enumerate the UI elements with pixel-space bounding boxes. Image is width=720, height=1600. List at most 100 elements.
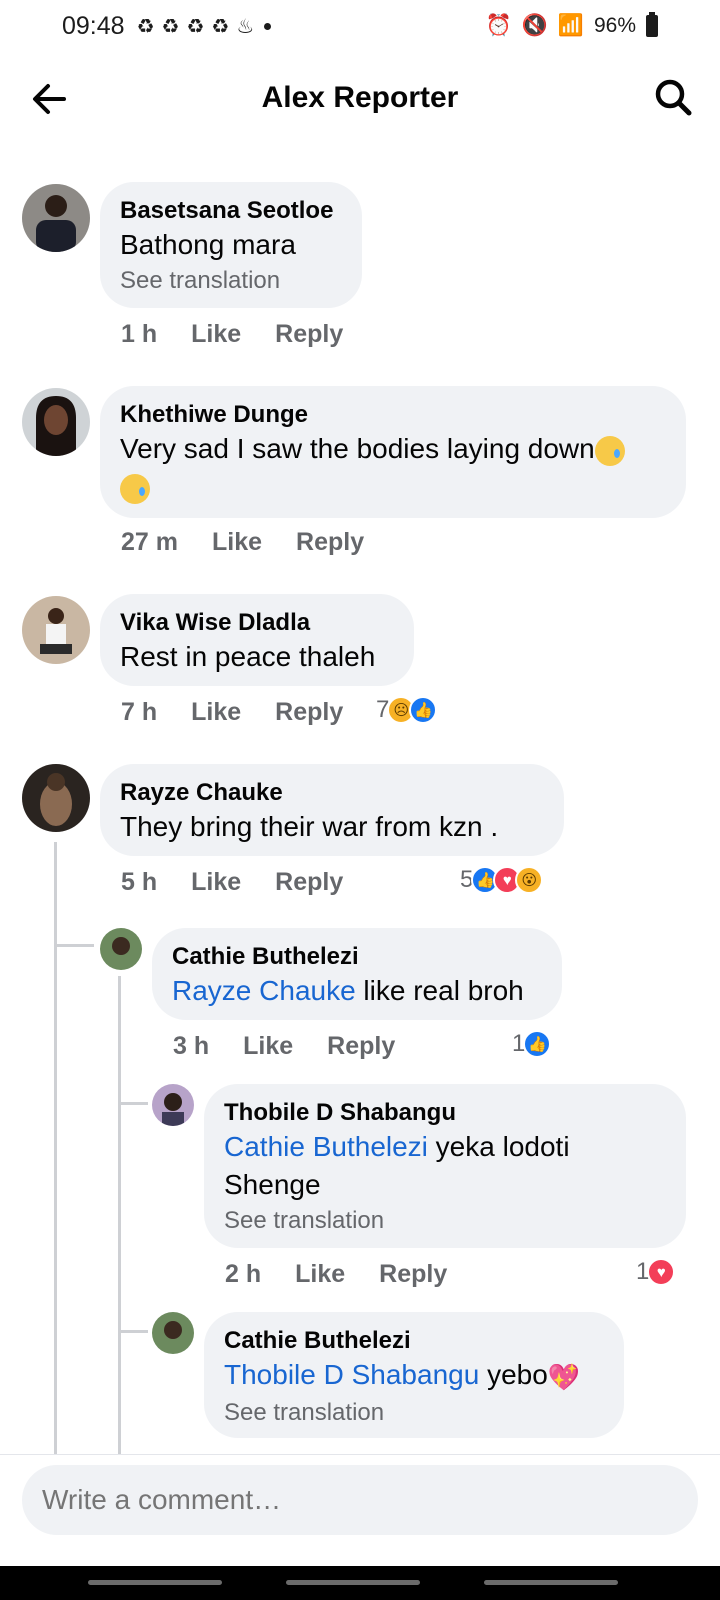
mention-link[interactable]: Thobile D Shabangu (224, 1359, 479, 1390)
comment-timestamp: 7 h (121, 698, 158, 726)
avatar[interactable] (22, 388, 90, 456)
comment-text-line2 (120, 468, 666, 506)
comment-author[interactable]: Rayze Chauke (120, 778, 544, 808)
avatar[interactable] (22, 596, 90, 664)
comment-author[interactable]: Khethiwe Dunge (120, 400, 666, 430)
recycle-icon: ♻ (161, 15, 180, 38)
reply-bubble[interactable]: Thobile D Shabangu Cathie Buthelezi yeka… (204, 1084, 686, 1248)
love-reaction-icon: ♥ (647, 1258, 676, 1286)
recycle-icon: ♻ (211, 15, 230, 38)
avatar[interactable] (22, 184, 90, 252)
comment-author[interactable]: Basetsana Seotloe (120, 196, 342, 226)
reaction-summary[interactable]: 7 ☹ 👍 (376, 696, 438, 724)
like-button[interactable]: Like (295, 1260, 345, 1289)
system-icons: ⏰ 🔇 📶 96% (485, 12, 658, 38)
reply-bubble[interactable]: Cathie Buthelezi Rayze Chauke like real … (152, 928, 562, 1020)
page-title: Alex Reporter (261, 81, 459, 114)
reply-button[interactable]: Reply (379, 1260, 447, 1289)
reply-text-content: like real broh (355, 975, 524, 1006)
battery-icon (646, 12, 658, 37)
comment-bubble[interactable]: Vika Wise Dladla Rest in peace thaleh (100, 594, 414, 686)
reaction-summary[interactable]: 5 👍 ♥ 😮 (460, 866, 544, 894)
status-bar: 09:48 ♻ ♻ ♻ ♻ ♨ ⏰ 🔇 📶 96% (0, 0, 720, 52)
nav-recent-apps-button[interactable] (88, 1580, 222, 1585)
comment-text: Rest in peace thaleh (120, 641, 376, 672)
reply-actions: 2 h Like Reply (225, 1260, 481, 1289)
comment-actions: 5 h Like Reply (121, 868, 377, 897)
like-reaction-icon: 👍 (523, 1030, 552, 1058)
like-button[interactable]: Like (191, 320, 241, 349)
thread-connector (118, 976, 121, 1454)
alarm-icon: ⏰ (485, 14, 512, 37)
avatar[interactable] (100, 928, 142, 970)
reply-timestamp: 2 h (225, 1260, 262, 1288)
reply-button[interactable]: Reply (296, 528, 364, 557)
comment-actions: 27 m Like Reply (121, 528, 398, 557)
notification-icon: ♨ (236, 15, 255, 38)
crying-face-emoji-icon (120, 473, 150, 504)
comment-timestamp: 1 h (121, 320, 158, 348)
comment-text: They bring their war from kzn . (120, 811, 499, 842)
nav-back-button[interactable] (484, 1580, 618, 1585)
see-translation-link[interactable]: See translation (224, 1204, 666, 1238)
comments-feed[interactable]: Basetsana Seotloe Bathong mara See trans… (0, 144, 720, 1454)
mute-icon: 🔇 (521, 14, 548, 37)
comment-actions: 7 h Like Reply (121, 698, 377, 727)
reaction-summary[interactable]: 1 ♥ (636, 1258, 676, 1286)
comment-bubble[interactable]: Khethiwe Dunge Very sad I saw the bodies… (100, 386, 686, 518)
reply-timestamp: 3 h (173, 1032, 210, 1060)
thread-connector (118, 1102, 148, 1105)
reply-author[interactable]: Cathie Buthelezi (224, 1326, 604, 1356)
avatar[interactable] (152, 1312, 194, 1354)
see-translation-link[interactable]: See translation (224, 1396, 604, 1430)
status-time: 09:48 (62, 11, 125, 40)
reply-button[interactable]: Reply (275, 868, 343, 897)
comment-text: Very sad I saw the bodies laying down (120, 430, 666, 468)
reply-button[interactable]: Reply (327, 1032, 395, 1061)
comment-timestamp: 27 m (121, 528, 178, 556)
reply-author[interactable]: Cathie Buthelezi (172, 942, 542, 972)
reply-text-content: yebo (479, 1359, 548, 1390)
system-navigation-bar (0, 1566, 720, 1600)
like-button[interactable]: Like (191, 698, 241, 727)
reply-text-content: yeka lodoti (427, 1131, 570, 1162)
comment-actions: 1 h Like Reply (121, 320, 377, 349)
like-button[interactable]: Like (212, 528, 262, 557)
nav-home-button[interactable] (286, 1580, 420, 1585)
reply-text: Thobile D Shabangu yebo💖 (224, 1356, 604, 1396)
comment-bubble[interactable]: Rayze Chauke They bring their war from k… (100, 764, 564, 856)
sparkling-heart-emoji-icon: 💖 (547, 1361, 581, 1392)
back-arrow-icon[interactable] (28, 78, 70, 120)
top-app-bar: Alex Reporter (0, 52, 720, 144)
comment-author[interactable]: Vika Wise Dladla (120, 608, 394, 638)
more-notifications-dot (264, 22, 272, 30)
reaction-summary[interactable]: 1 👍 (512, 1030, 552, 1058)
like-button[interactable]: Like (191, 868, 241, 897)
comment-input[interactable] (22, 1465, 698, 1535)
like-button[interactable]: Like (243, 1032, 293, 1061)
thread-connector (118, 1330, 148, 1333)
search-icon[interactable] (652, 76, 694, 118)
reply-text: Rayze Chauke like real broh (172, 972, 542, 1010)
mention-link[interactable]: Cathie Buthelezi (224, 1131, 428, 1162)
thread-connector (54, 842, 57, 1454)
recycle-icon: ♻ (136, 15, 155, 38)
reply-text-line2: Shenge (224, 1169, 321, 1200)
thread-connector (54, 944, 94, 947)
avatar[interactable] (152, 1084, 194, 1126)
comment-timestamp: 5 h (121, 868, 158, 896)
avatar[interactable] (22, 764, 90, 832)
battery-level: 96% (593, 14, 636, 37)
reply-button[interactable]: Reply (275, 320, 343, 349)
mention-link[interactable]: Rayze Chauke (172, 975, 356, 1006)
comment-bubble[interactable]: Basetsana Seotloe Bathong mara See trans… (100, 182, 362, 308)
reply-bubble[interactable]: Cathie Buthelezi Thobile D Shabangu yebo… (204, 1312, 624, 1438)
reply-author[interactable]: Thobile D Shabangu (224, 1098, 666, 1128)
see-translation-link[interactable]: See translation (120, 264, 342, 298)
comment-text: Bathong mara (120, 229, 296, 260)
wow-reaction-icon: 😮 (515, 866, 544, 894)
recycle-icon: ♻ (186, 15, 205, 38)
crying-face-emoji-icon (594, 435, 625, 466)
comment-text-content: Very sad I saw the bodies laying down (120, 433, 595, 464)
reply-button[interactable]: Reply (275, 698, 343, 727)
